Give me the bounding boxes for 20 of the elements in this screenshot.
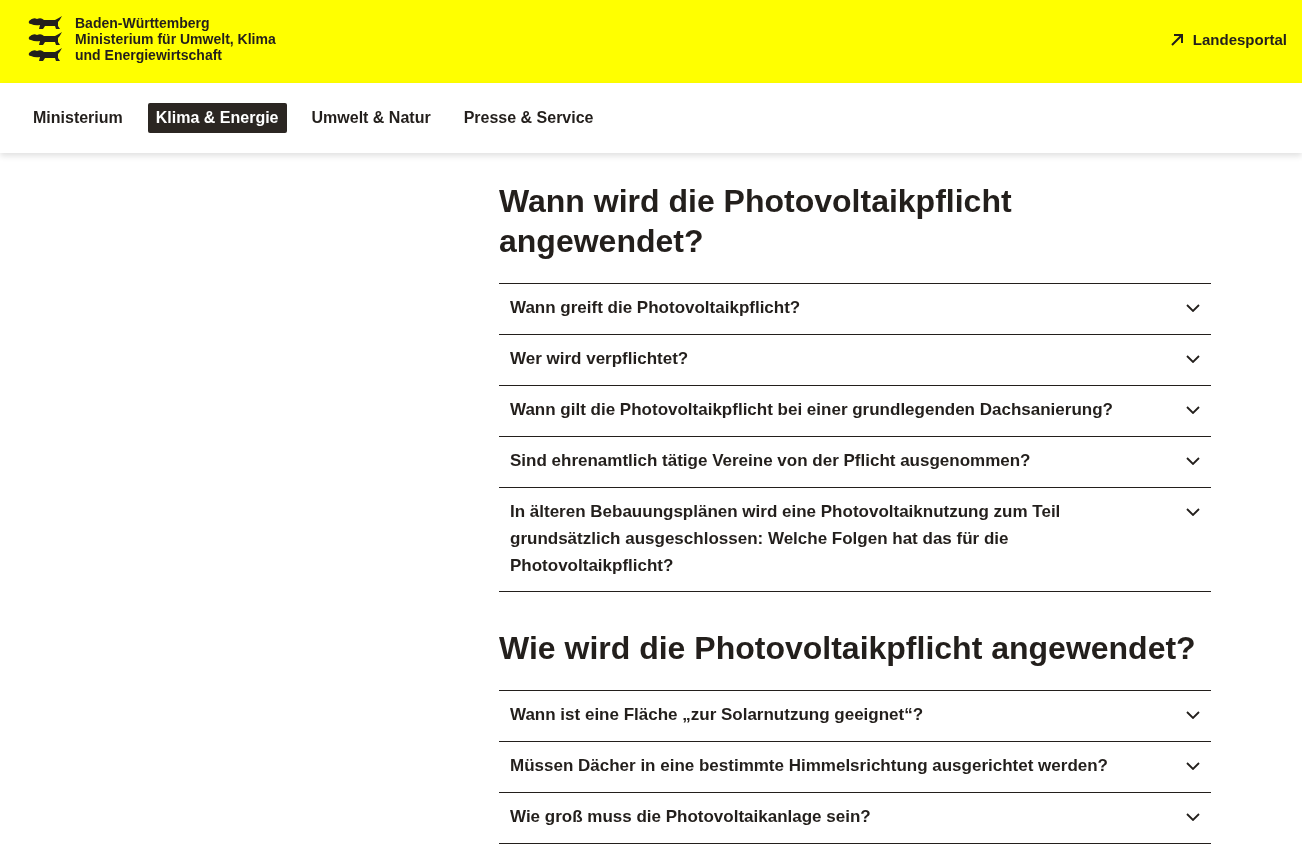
ministry-name-line: Ministerium für Umwelt, Klima: [75, 31, 276, 47]
portal-link[interactable]: Landesportal: [1169, 31, 1287, 48]
section-heading: Wann wird die Photovoltaikpflicht angewendet?: [499, 182, 1013, 261]
faq-accordion-item[interactable]: Sind ehrenamtlich tätige Vereine von der Pflicht ausgenommen?: [499, 437, 1211, 488]
nav-tab[interactable]: Klima & Energie: [147, 103, 287, 133]
faq-accordion-item[interactable]: Wer wird verpflichtet?: [499, 335, 1211, 386]
faq-accordion-item[interactable]: Wann gilt die Photovoltaikpflicht bei einer grundlegenden Dachsanierung?: [499, 386, 1211, 437]
faq-accordion-item[interactable]: Wann greift die Photovoltaikpflicht?: [499, 284, 1211, 335]
lions-logo-drawing: [27, 15, 63, 63]
ministry-name-line: Baden-Württemberg: [75, 15, 211, 31]
faq-accordion-item[interactable]: Wie groß muss die Photovoltaikanlage sein?: [499, 793, 1211, 844]
nav-tab[interactable]: Ministerium: [25, 103, 131, 133]
faq-accordion-item[interactable]: Müssen Dächer in eine bestimmte Himmelsrichtung ausgerichtet werden?: [499, 742, 1211, 793]
faq-accordion-item[interactable]: In älteren Bebauungsplänen wird eine Photovoltaiknutzung zum Teil grundsätzlich ausgeschlossen: Welche Folgen hat das für die Photovoltaikpflicht?: [499, 488, 1211, 592]
ministry-name-line: und Energiewirtschaft: [75, 47, 224, 63]
nav-tab[interactable]: Presse & Service: [455, 103, 602, 133]
faq-accordion-item[interactable]: Wann ist eine Fläche „zur Solarnutzung geeignet“?: [499, 691, 1211, 742]
section-heading: Wie wird die Photovoltaikpflicht angewendet?: [499, 629, 1197, 668]
nav-tab[interactable]: Umwelt & Natur: [303, 103, 439, 133]
arrow-icon: [1169, 32, 1184, 47]
